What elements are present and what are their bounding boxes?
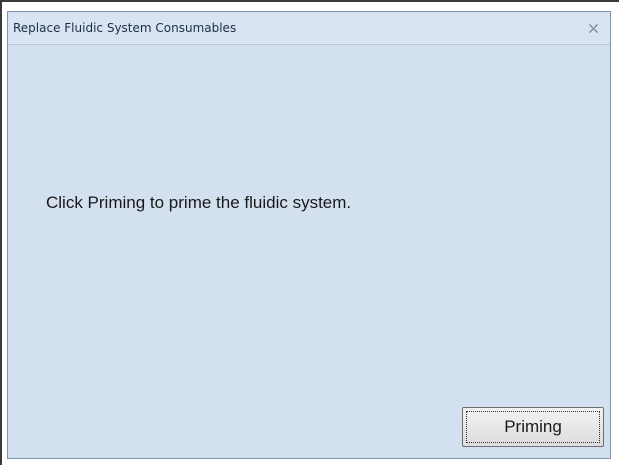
dialog-content: Click Priming to prime the fluidic syste… xyxy=(8,45,610,458)
replace-consumables-dialog: Replace Fluidic System Consumables Click… xyxy=(7,11,611,459)
window-title: Replace Fluidic System Consumables xyxy=(13,21,237,35)
close-icon xyxy=(588,23,598,33)
instruction-text: Click Priming to prime the fluidic syste… xyxy=(46,193,352,212)
close-button[interactable] xyxy=(584,19,602,37)
title-bar[interactable]: Replace Fluidic System Consumables xyxy=(8,12,610,45)
priming-button-label: Priming xyxy=(504,417,562,436)
priming-button[interactable]: Priming xyxy=(462,407,604,447)
